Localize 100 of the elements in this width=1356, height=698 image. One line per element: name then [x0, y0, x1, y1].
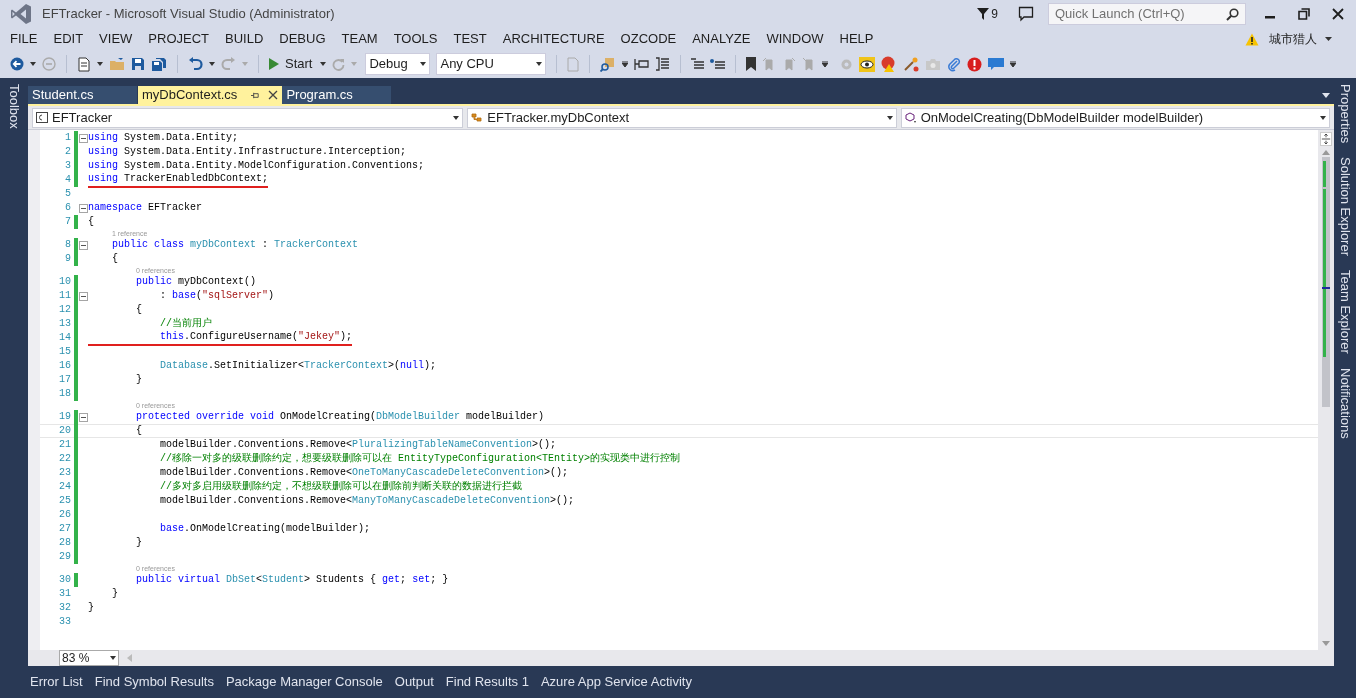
code-line: public myDbContext() — [135, 275, 257, 289]
comment-lines-icon[interactable] — [710, 57, 726, 71]
caret-icon — [420, 62, 427, 66]
collapse-icon[interactable] — [78, 133, 88, 143]
code-line: : base("sqlServer") — [159, 289, 275, 303]
play-icon — [269, 58, 279, 70]
code-line: { — [88, 215, 94, 229]
line-number: 23 — [58, 466, 71, 480]
caret-icon — [886, 115, 893, 120]
zoom-dropdown[interactable]: 83 % — [59, 650, 119, 666]
quick-launch-field[interactable]: Quick Launch (Ctrl+Q) — [1048, 3, 1246, 25]
menu-item[interactable]: OZCODE — [612, 29, 685, 49]
panel-tab[interactable]: Output — [394, 672, 434, 692]
line-number: 24 — [58, 480, 71, 494]
menu-item[interactable]: VIEW — [91, 29, 141, 49]
panel-tab[interactable]: Find Results 1 — [445, 672, 529, 692]
panel-tab[interactable]: Find Symbol Results — [94, 672, 214, 692]
code-line: Database.SetInitializer<TrackerContext>(null); — [159, 359, 437, 373]
start-button[interactable]: Start — [269, 53, 315, 75]
platform-dropdown[interactable]: Any CPU — [436, 53, 547, 75]
collapse-icon[interactable] — [78, 291, 88, 301]
code-line: namespace EFTracker — [88, 201, 203, 215]
undo-icon[interactable] — [188, 57, 203, 71]
caret-icon[interactable] — [30, 62, 36, 66]
new-project-icon[interactable] — [77, 56, 91, 72]
filter-icon[interactable] — [977, 8, 990, 20]
user-name[interactable]: 城市猎人 — [1269, 30, 1317, 48]
code-line: { — [135, 303, 142, 317]
caret-icon[interactable] — [1325, 37, 1332, 41]
error-icon[interactable] — [967, 56, 983, 72]
code-line: //多对多启用级联删除约定，不想级联删除可以在删除前判断关联的数据进行拦截 — [159, 480, 522, 494]
collapse-icon[interactable] — [78, 412, 88, 422]
paperclip-icon[interactable] — [947, 56, 962, 72]
navigation-dropdown[interactable]: EFTracker.myDbContext — [467, 107, 897, 128]
code-line: } — [88, 601, 94, 615]
indent-icon[interactable] — [634, 57, 650, 71]
menu-item[interactable]: PROJECT — [140, 29, 217, 49]
code-line: modelBuilder.Conventions.Remove<ManyToManyCascadeDeleteConvention>(); — [159, 494, 575, 508]
text-lines-icon[interactable] — [691, 58, 705, 70]
split-icon[interactable] — [1320, 132, 1332, 146]
menu-item[interactable]: FILE — [2, 29, 46, 49]
warning-icon[interactable] — [1245, 32, 1259, 46]
close-icon[interactable] — [1332, 8, 1344, 20]
bookmark-icon[interactable] — [746, 57, 757, 71]
pin-icon[interactable] — [251, 90, 261, 100]
menu-item[interactable]: TEAM — [333, 29, 386, 49]
menu-item[interactable]: WINDOW — [758, 29, 832, 49]
document-tab[interactable]: Student.cs — [28, 86, 138, 104]
panel-tab[interactable]: Package Manager Console — [225, 672, 383, 692]
menu-item[interactable]: EDIT — [45, 29, 92, 49]
magic-wand-icon[interactable] — [903, 56, 920, 72]
line-number: 29 — [58, 550, 71, 564]
line-number: 11 — [58, 289, 71, 303]
menu-item[interactable]: DEBUG — [271, 29, 334, 49]
eye-icon[interactable] — [859, 56, 876, 72]
side-tab[interactable]: Notifications — [1335, 368, 1355, 439]
caret-icon[interactable] — [320, 62, 327, 66]
side-tab[interactable]: Solution Explorer — [1335, 157, 1355, 257]
configuration-dropdown[interactable]: Debug — [365, 53, 431, 75]
line-number: 15 — [58, 345, 71, 359]
overflow-icon[interactable] — [1010, 61, 1017, 67]
back-icon[interactable] — [10, 57, 24, 71]
menu-item[interactable]: ANALYZE — [684, 29, 759, 49]
caret-icon[interactable] — [97, 62, 103, 66]
menu-item[interactable]: TOOLS — [385, 29, 446, 49]
collapse-icon[interactable] — [78, 240, 88, 250]
feedback-icon[interactable] — [1018, 6, 1034, 22]
collapse-icon[interactable] — [78, 203, 88, 213]
list-icon[interactable] — [655, 57, 671, 71]
panel-tab[interactable]: Error List — [30, 672, 83, 692]
find-in-files-icon[interactable] — [600, 56, 617, 72]
caret-icon[interactable] — [209, 62, 215, 66]
line-number: 28 — [58, 536, 71, 550]
navigation-dropdown[interactable]: EFTracker — [32, 107, 464, 128]
line-number: 25 — [58, 494, 71, 508]
side-tab[interactable]: Team Explorer — [1335, 270, 1355, 355]
caret-icon[interactable] — [1322, 93, 1330, 98]
menu-item[interactable]: TEST — [445, 29, 495, 49]
document-tab[interactable]: myDbContext.cs — [138, 86, 283, 104]
close-icon[interactable] — [268, 90, 279, 100]
side-tab[interactable]: Toolbox — [4, 84, 24, 129]
line-number: 18 — [58, 387, 71, 401]
overflow-icon[interactable] — [622, 61, 629, 67]
code-line: base.OnModelCreating(modelBuilder); — [159, 522, 371, 536]
menu-item[interactable]: BUILD — [217, 29, 272, 49]
overflow-icon[interactable] — [822, 61, 829, 67]
document-tab[interactable]: Program.cs — [282, 86, 393, 104]
side-tab[interactable]: Properties — [1335, 84, 1355, 144]
restore-icon[interactable] — [1298, 8, 1310, 20]
save-icon[interactable] — [131, 57, 145, 71]
navigation-dropdown[interactable]: OnModelCreating(DbModelBuilder modelBuilder) — [900, 107, 1330, 128]
caret-icon — [453, 115, 460, 120]
save-all-icon[interactable] — [151, 56, 167, 72]
chat-icon[interactable] — [988, 57, 1005, 71]
code-line: } — [111, 587, 118, 601]
panel-tab[interactable]: Azure App Service Activity — [540, 672, 692, 692]
vertical-scrollbar[interactable] — [1322, 157, 1330, 407]
menu-item[interactable]: HELP — [831, 29, 882, 49]
menu-item[interactable]: ARCHITECTURE — [494, 29, 613, 49]
line-number: 13 — [58, 317, 71, 331]
